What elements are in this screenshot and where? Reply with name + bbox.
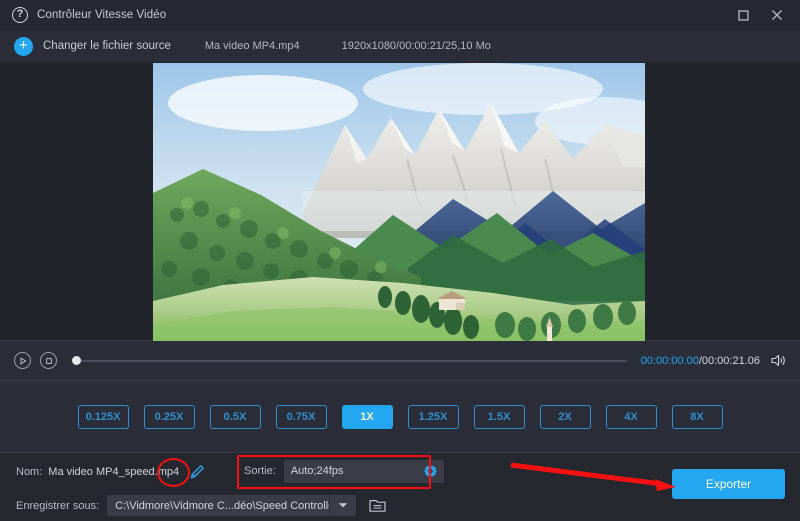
close-button[interactable]	[762, 2, 792, 28]
stop-button[interactable]	[40, 352, 57, 369]
browse-folder-button[interactable]	[365, 496, 389, 516]
speed-button-025x[interactable]: 0.25X	[144, 405, 195, 429]
speed-button-075x[interactable]: 0.75X	[276, 405, 327, 429]
speed-button-4x[interactable]: 4X	[606, 405, 657, 429]
speed-button-05x[interactable]: 0.5X	[210, 405, 261, 429]
playback-controls: 00:00:00.00 /00:00:21.06	[0, 340, 800, 380]
current-time: 00:00:00.00	[641, 355, 699, 367]
output-settings-button[interactable]	[423, 464, 438, 479]
play-button[interactable]	[14, 352, 31, 369]
video-speed-controller-window: ? Contrôleur Vitesse Vidéo + Changer le …	[0, 0, 800, 521]
total-time: /00:00:21.06	[699, 355, 760, 367]
output-format-group: Sortie: Auto;24fps	[244, 457, 444, 485]
sortie-field[interactable]: Auto;24fps	[284, 460, 444, 483]
stop-icon	[45, 357, 53, 365]
change-source-button[interactable]: Changer le fichier source	[43, 40, 171, 52]
name-label: Nom:	[16, 466, 42, 478]
speed-button-0125x[interactable]: 0.125X	[78, 405, 129, 429]
help-circle-icon: ?	[12, 7, 28, 23]
gear-icon	[423, 464, 438, 479]
seek-track	[72, 360, 627, 362]
square-icon	[738, 10, 749, 21]
video-frame-image	[153, 63, 645, 341]
sortie-value: Auto;24fps	[291, 465, 344, 477]
window-title: Contrôleur Vitesse Vidéo	[37, 9, 166, 21]
edit-name-button[interactable]	[189, 464, 205, 480]
save-label: Enregistrer sous:	[16, 500, 99, 512]
folder-icon	[369, 499, 386, 513]
source-file-meta: 1920x1080/00:00:21/25,10 Mo	[342, 40, 491, 52]
seek-slider[interactable]	[72, 353, 627, 369]
video-preview[interactable]	[153, 63, 645, 341]
plus-circle-icon[interactable]: +	[14, 37, 33, 56]
window-controls	[728, 2, 792, 28]
chevron-down-icon	[338, 502, 348, 509]
source-toolbar: + Changer le fichier source Ma video MP4…	[0, 30, 800, 62]
seek-handle[interactable]	[72, 356, 81, 365]
save-path-input[interactable]: C:\Vidmore\Vidmore C...déo\Speed Control…	[107, 495, 329, 516]
speed-button-125x[interactable]: 1.25X	[408, 405, 459, 429]
save-path-dropdown[interactable]	[329, 495, 356, 516]
output-file-name: Ma video MP4_speed.mp4	[48, 466, 179, 478]
speed-button-15x[interactable]: 1.5X	[474, 405, 525, 429]
video-stage	[0, 62, 800, 340]
title-bar: ? Contrôleur Vitesse Vidéo	[0, 0, 800, 30]
sortie-label: Sortie:	[244, 465, 276, 477]
pencil-icon	[189, 464, 205, 480]
speed-button-8x[interactable]: 8X	[672, 405, 723, 429]
speed-button-1x[interactable]: 1X	[342, 405, 393, 429]
speed-button-2x[interactable]: 2X	[540, 405, 591, 429]
play-icon	[19, 357, 27, 365]
volume-button[interactable]	[771, 354, 786, 367]
export-button[interactable]: Exporter	[672, 469, 785, 499]
maximize-button[interactable]	[728, 2, 758, 28]
volume-icon	[771, 354, 786, 367]
close-icon	[771, 9, 783, 21]
source-file-name: Ma video MP4.mp4	[205, 40, 300, 52]
speed-options: 0.125X 0.25X 0.5X 0.75X 1X 1.25X 1.5X 2X…	[0, 380, 800, 452]
